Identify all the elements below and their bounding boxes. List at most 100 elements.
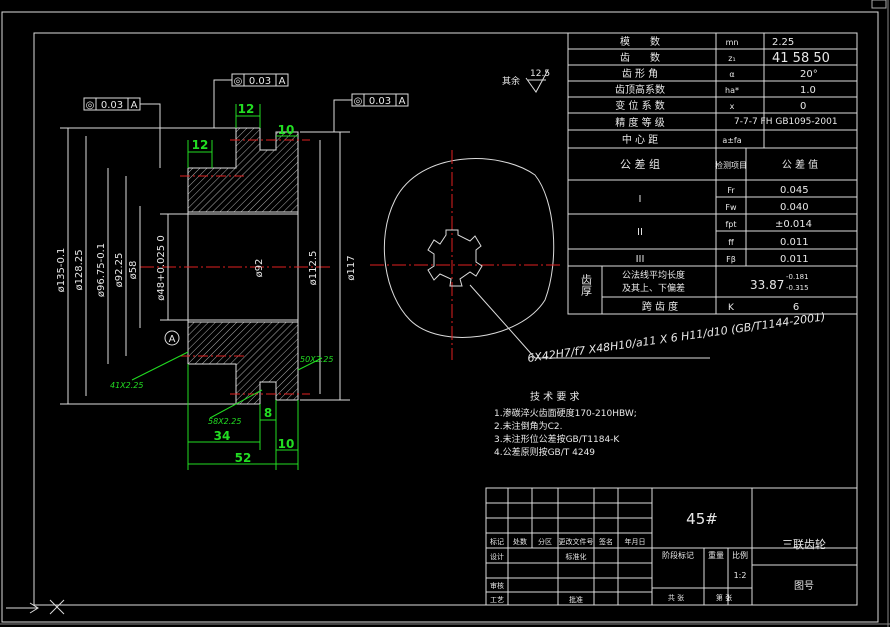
outline-break	[383, 158, 555, 338]
gdt-frame-2: ◎ 0.03 A	[83, 97, 161, 168]
scale-label: 比例	[732, 550, 748, 560]
dim-w8: 8	[264, 406, 272, 420]
dim-d112: ø112.5	[308, 251, 319, 286]
param-val-3: 1.0	[800, 85, 816, 96]
tol-item-0: Fr	[727, 186, 735, 195]
param-sym-1: z₁	[728, 54, 735, 63]
dim-d92-25: ø92.25	[114, 253, 125, 288]
row-label-5: 年月日	[625, 537, 646, 546]
spline-hole	[427, 229, 483, 287]
tech-item-3: 4.公差原则按GB/T 4249	[494, 446, 595, 458]
param-name-4: 变 位 系 数	[615, 99, 665, 112]
spline-spec: 6X42H7/f7 X48H10/a11 X 6 H11/d10 (GB/T11…	[527, 310, 827, 365]
section-lower	[187, 321, 299, 405]
row-label-0: 标记	[490, 537, 504, 546]
param-rows: 模 数 mn 2.25 齿 数 z₁ 41 58 50 齿 形 角 α 20° …	[580, 35, 838, 313]
gdt-1-datum: A	[279, 76, 286, 87]
tol-group-0: I	[639, 194, 642, 205]
datum-a-marker: A	[164, 330, 180, 346]
param-val-2: 20°	[800, 69, 818, 80]
span-label: 跨 齿 度	[642, 300, 678, 313]
thickness-row2: 及其上、下偏差	[622, 282, 685, 294]
chamfer-58: 58X2.25	[208, 417, 241, 426]
tol-item-3: ff	[728, 238, 734, 247]
param-sym-0: mn	[726, 38, 739, 47]
ucs-icon	[6, 599, 65, 615]
row-label-3: 更改文件号	[559, 537, 594, 546]
roughness-value: 12.5	[530, 69, 550, 79]
gdt-1-value: 0.03	[249, 76, 271, 87]
gdt-2-datum: A	[131, 100, 138, 111]
param-name-1: 齿 数	[620, 51, 660, 64]
row-label-4: 签名	[599, 537, 613, 546]
chamfer-41: 41X2.25	[110, 381, 143, 390]
side-view: 6X42H7/f7 X48H10/a11 X 6 H11/d10 (GB/T11…	[370, 150, 826, 365]
param-name-2: 齿 形 角	[622, 68, 658, 80]
mid-label-0: 标准化	[566, 552, 587, 561]
dim-d48: ø48+0.025 0	[156, 235, 167, 300]
tol-header-value: 公 差 值	[782, 158, 818, 171]
dim-d135: ø135-0.1	[56, 248, 67, 293]
param-name-0: 模 数	[620, 35, 660, 48]
tech-item-1: 2.未注倒角为C2.	[494, 420, 562, 432]
thickness-dev-lower: -0.315	[786, 284, 809, 292]
tol-group-2: II	[637, 227, 643, 238]
dim-d96: ø96.75-0.1	[96, 243, 107, 297]
param-val-0: 2.25	[772, 37, 794, 48]
bottom-label-1: 第 张	[716, 593, 732, 602]
left-label-0: 设计	[490, 552, 504, 561]
thickness-dev-upper: -0.181	[786, 273, 809, 281]
tech-title: 技 术 要 求	[530, 390, 580, 403]
row-label-2: 分区	[538, 537, 552, 546]
tech-item-0: 1.渗碳淬火齿面硬度170-210HBW;	[494, 407, 637, 419]
left-label-1: 审核	[490, 581, 504, 590]
gdt-3-value: 0.03	[369, 96, 391, 107]
param-sym-6: a±fa	[722, 136, 741, 145]
param-sym-2: α	[729, 70, 734, 79]
dim-w10a: 10	[278, 123, 295, 137]
part-name: 三联齿轮	[782, 537, 826, 551]
param-name-6: 中 心 距	[622, 133, 658, 146]
gdt-2-symbol: ◎	[86, 100, 95, 111]
dim-w10b: 10	[278, 437, 295, 451]
param-val-1: 41 58 50	[772, 51, 830, 66]
gdt-1-symbol: ◎	[234, 76, 243, 87]
tol-val-0: 0.045	[780, 185, 809, 196]
stage-label: 阶段标记	[662, 550, 694, 560]
cad-drawing-canvas[interactable]: ø135-0.1 ø128.25 ø96.75-0.1 ø92.25 ø58 ø…	[0, 0, 890, 627]
weight-label: 重量	[708, 550, 724, 560]
dim-w12a: 12	[238, 102, 255, 116]
tol-header-group: 公 差 组	[620, 157, 660, 171]
material: 45#	[686, 510, 718, 528]
param-name-5: 精 度 等 级	[615, 116, 665, 129]
mid-label-1: 批准	[569, 595, 583, 604]
scale-value: 1:2	[734, 571, 747, 580]
chamfer-50: 50X2.25	[300, 355, 333, 364]
drawing-no: 图号	[794, 580, 814, 592]
span-symbol: K	[728, 303, 735, 313]
dim-w12b: 12	[192, 138, 209, 152]
tol-val-3: 0.011	[780, 237, 809, 248]
gdt-2-value: 0.03	[101, 100, 123, 111]
dim-d117: ø117	[346, 255, 357, 280]
tol-header-item: 检测项目	[715, 160, 747, 170]
datum-a-label: A	[169, 334, 176, 345]
tech-item-2: 3.未注形位公差按GB/T1184-K	[494, 433, 620, 445]
param-val-5: 7-7-7 FH GB1095-2001	[734, 117, 838, 127]
tol-val-4: 0.011	[780, 254, 809, 265]
gdt-frame-1: ◎ 0.03 A	[213, 73, 289, 128]
chamfer-labels: 41X2.25 50X2.25 58X2.25	[110, 355, 333, 426]
param-sym-3: ha*	[725, 86, 739, 95]
left-label-2: 工艺	[490, 596, 504, 604]
row-label-1: 处数	[513, 537, 527, 546]
param-val-4: 0	[800, 101, 806, 112]
gdt-3-datum: A	[399, 96, 406, 107]
roughness-symbol: 其余 12.5	[502, 69, 550, 93]
dim-w34: 34	[214, 429, 231, 443]
title-block-text: 45# 三联齿轮 图号 阶段标记 重量 比例 1:2 标记 处数 分区 更改文件…	[490, 510, 826, 604]
thickness-value: 33.87	[750, 278, 784, 292]
thickness-label: 齿厚	[580, 274, 593, 297]
gdt-frame-3: ◎ 0.03 A	[333, 93, 409, 132]
tol-item-4: Fβ	[726, 255, 736, 264]
bottom-label-0: 共 张	[668, 593, 684, 602]
